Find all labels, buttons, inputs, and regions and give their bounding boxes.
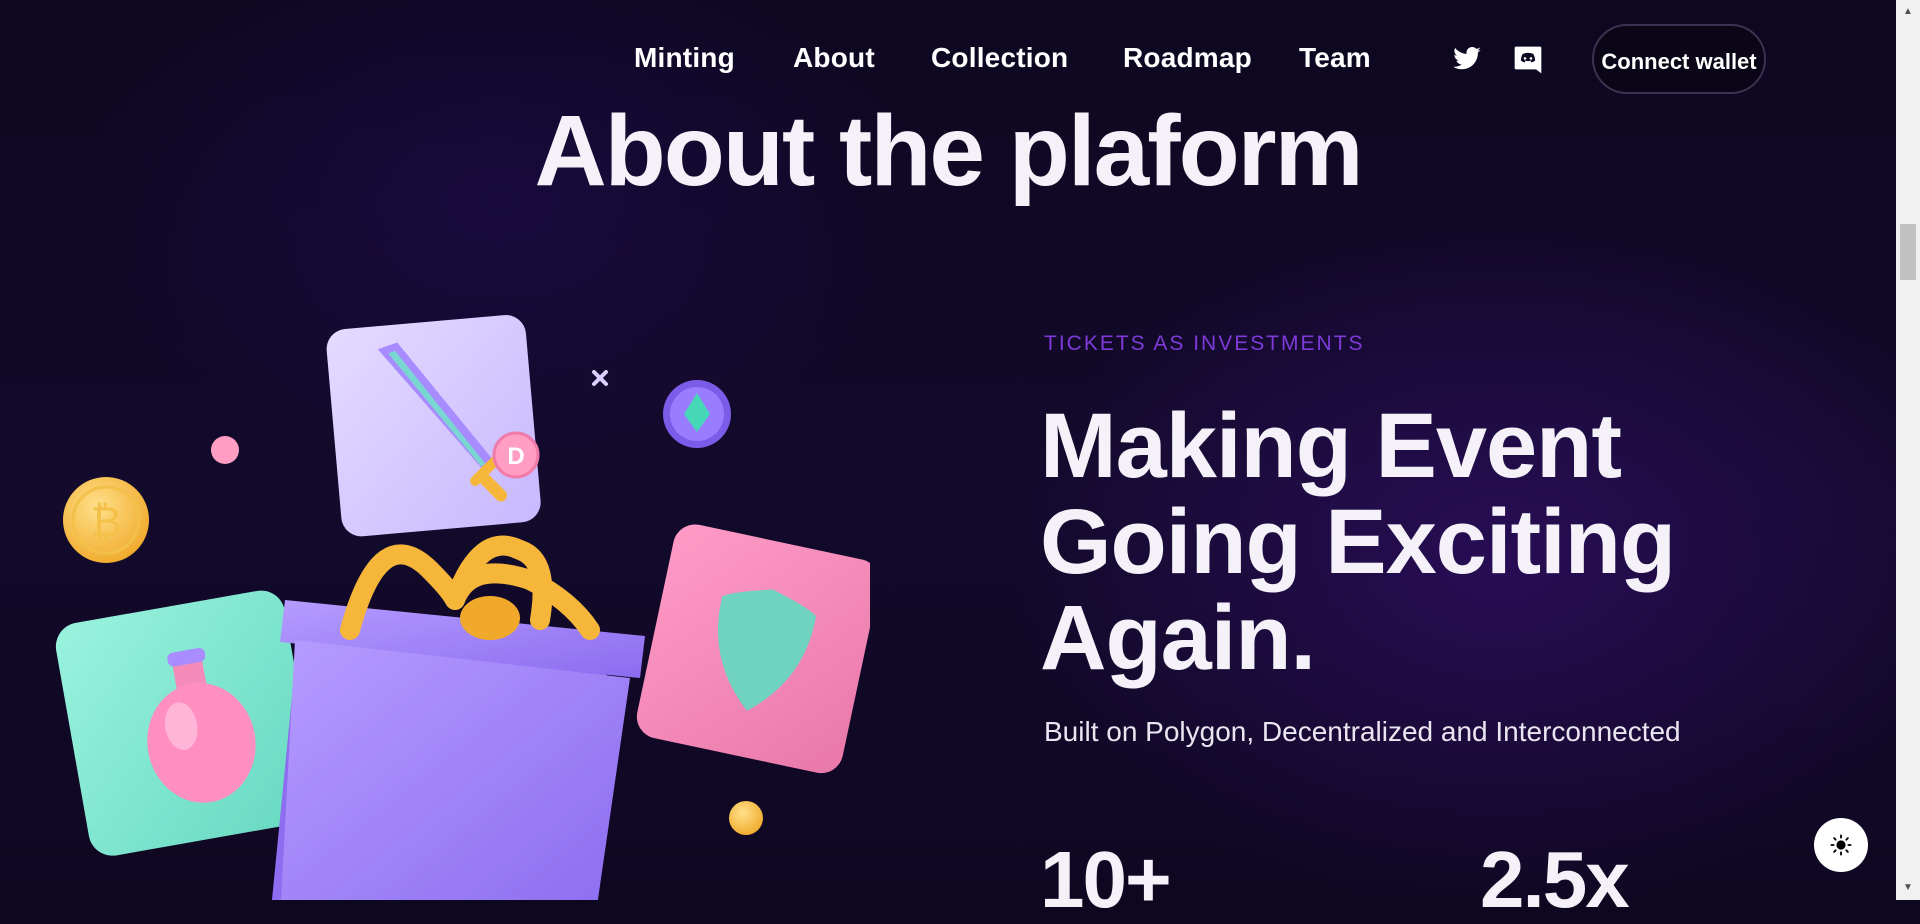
sword-card xyxy=(326,315,541,537)
hero-illustration: D ₿ xyxy=(55,315,870,900)
page-scrollbar[interactable]: ▲ ▼ xyxy=(1896,0,1920,900)
shield-card xyxy=(636,524,870,774)
eth-coin xyxy=(663,380,731,448)
orange-ball xyxy=(729,801,763,835)
section-headline: Making Event Going Exciting Again. xyxy=(1040,398,1880,686)
nav-link-about[interactable]: About xyxy=(793,42,875,74)
stat-value-2: 2.5x xyxy=(1480,835,1630,924)
sun-icon xyxy=(1830,834,1852,856)
headline-line-2: Going Exciting xyxy=(1040,491,1676,593)
svg-text:₿: ₿ xyxy=(90,497,121,546)
nav-link-collection[interactable]: Collection xyxy=(931,42,1068,74)
twitter-icon[interactable] xyxy=(1452,44,1486,78)
discord-icon[interactable] xyxy=(1512,44,1546,78)
nav-link-team[interactable]: Team xyxy=(1299,42,1371,74)
section-title: About the plaform xyxy=(534,95,1363,207)
small-x-decoration xyxy=(592,370,608,386)
nav-link-minting[interactable]: Minting xyxy=(634,42,735,74)
scroll-down-arrow[interactable]: ▼ xyxy=(1900,880,1916,896)
connect-wallet-button[interactable]: Connect wallet xyxy=(1592,24,1766,94)
theme-toggle-button[interactable] xyxy=(1814,818,1868,872)
section-eyebrow: TICKETS AS INVESTMENTS xyxy=(1044,332,1365,355)
section-subline: Built on Polygon, Decentralized and Inte… xyxy=(1044,716,1681,747)
twitter-icon-glyph xyxy=(1453,47,1481,70)
scroll-up-arrow[interactable]: ▲ xyxy=(1900,4,1916,20)
headline-line-3: Again. xyxy=(1040,587,1316,689)
sword-card-badge: D xyxy=(492,431,540,479)
headline-line-1: Making Event xyxy=(1040,395,1622,497)
discord-icon-glyph xyxy=(1514,46,1542,74)
scrollbar-thumb[interactable] xyxy=(1900,224,1916,280)
svg-text:D: D xyxy=(507,443,524,470)
pink-ball xyxy=(211,436,239,464)
bitcoin-coin: ₿ xyxy=(63,477,149,563)
gift-box xyxy=(271,535,645,900)
nav-link-roadmap[interactable]: Roadmap xyxy=(1123,42,1252,74)
stat-value-1: 10+ xyxy=(1040,835,1172,924)
